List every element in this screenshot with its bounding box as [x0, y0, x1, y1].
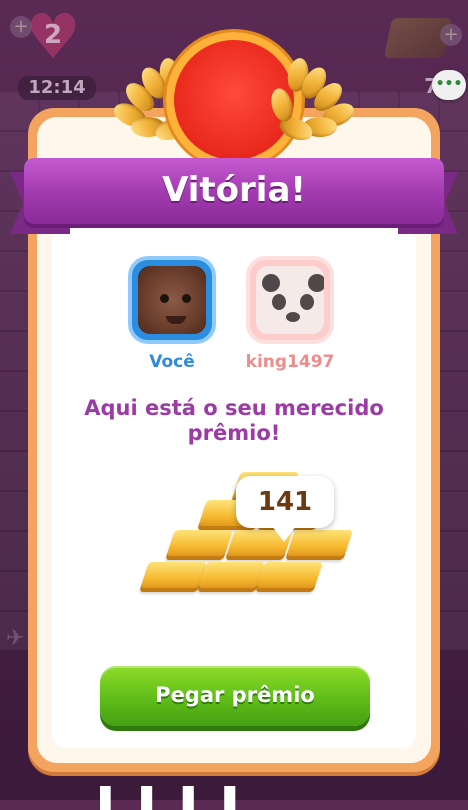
panda-icon: [256, 266, 324, 334]
reward-message: Aqui está o seu merecido prêmio!: [84, 396, 384, 445]
player-you-name: Você: [149, 352, 195, 372]
title-ribbon: Vitória!: [24, 158, 444, 224]
add-gold-icon[interactable]: +: [440, 24, 462, 46]
lives-counter[interactable]: ♥ 2 + 12:14: [10, 6, 96, 100]
reward-bubble-tail: [272, 526, 296, 542]
more-icon: •••: [435, 76, 463, 92]
player-you: Você: [124, 256, 220, 372]
lives-timer: 12:14: [18, 76, 96, 100]
claim-reward-button[interactable]: Pegar prêmio: [100, 666, 370, 726]
bottom-decoration: ▌▌▌▌: [100, 786, 267, 810]
reward-amount-bubble: 141: [236, 476, 334, 528]
plane-icon: ✈: [6, 626, 25, 651]
add-lives-icon[interactable]: +: [10, 16, 32, 38]
dialog-title: Vitória!: [162, 170, 306, 210]
baby-face-icon: [138, 266, 206, 334]
avatar-you: [128, 256, 216, 344]
player-opponent-name: king1497: [245, 352, 335, 372]
more-button[interactable]: •••: [432, 70, 466, 100]
player-opponent: king1497: [242, 256, 338, 372]
laurel-right-icon: [252, 56, 358, 148]
avatar-opponent: [246, 256, 334, 344]
